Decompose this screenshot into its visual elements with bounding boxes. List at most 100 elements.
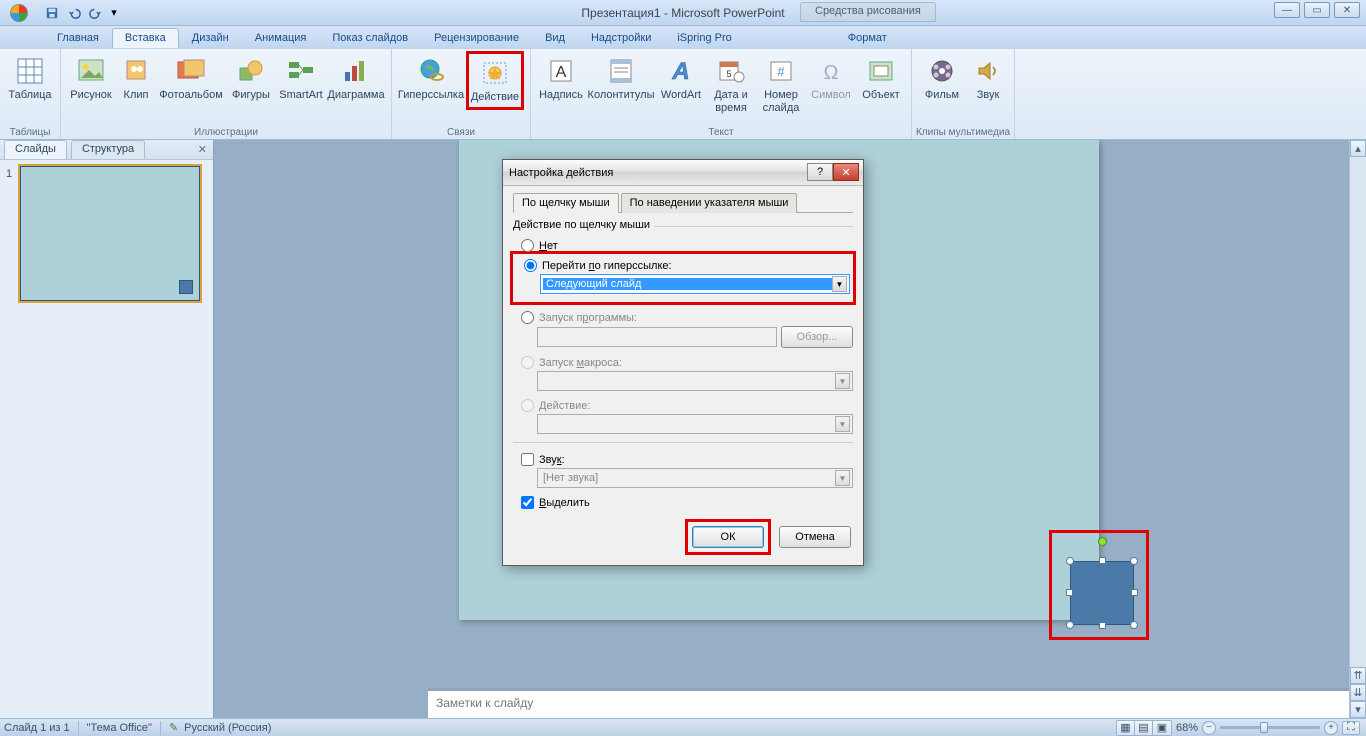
checkbox-sound[interactable] xyxy=(521,453,534,466)
hyperlink-target-combo[interactable]: Следующий слайд ▼ xyxy=(540,274,850,294)
datetime-icon: 5 xyxy=(715,55,747,87)
resize-handle-e[interactable] xyxy=(1131,589,1138,596)
action-icon xyxy=(479,57,511,89)
qat-dropdown-icon[interactable]: ▾ xyxy=(108,4,120,22)
dialog-titlebar[interactable]: Настройка действия ? ✕ xyxy=(503,160,863,186)
clip-label: Клип xyxy=(124,89,149,102)
radio-program[interactable] xyxy=(521,311,534,324)
headerfooter-button[interactable]: Колонтитулы xyxy=(587,51,655,118)
zoom-thumb[interactable] xyxy=(1260,722,1268,733)
thumbnail-preview xyxy=(20,166,200,301)
view-normal-icon[interactable]: ▦ xyxy=(1117,721,1135,735)
save-icon[interactable] xyxy=(42,4,62,22)
dialog-footer: ОК Отмена xyxy=(685,519,851,555)
tab-addins[interactable]: Надстройки xyxy=(578,28,664,48)
cancel-button[interactable]: Отмена xyxy=(779,526,851,548)
resize-handle-w[interactable] xyxy=(1066,589,1073,596)
tab-home[interactable]: Главная xyxy=(44,28,112,48)
radio-none[interactable] xyxy=(521,239,534,252)
zoom-out-button[interactable]: − xyxy=(1202,721,1216,735)
tab-on-click[interactable]: По щелчку мыши xyxy=(513,193,619,213)
status-language[interactable]: Русский (Россия) xyxy=(184,722,271,734)
view-sorter-icon[interactable]: ▤ xyxy=(1135,721,1153,735)
resize-handle-se[interactable] xyxy=(1130,621,1138,629)
tab-slideshow[interactable]: Показ слайдов xyxy=(319,28,421,48)
object-button[interactable]: Объект xyxy=(857,51,905,118)
fit-window-icon[interactable]: ⛶ xyxy=(1342,721,1360,735)
radio-hyperlink[interactable] xyxy=(524,259,537,272)
program-path-input xyxy=(537,327,777,347)
action-button[interactable]: Действие xyxy=(466,51,524,110)
ok-button[interactable]: ОК xyxy=(692,526,764,548)
tab-review[interactable]: Рецензирование xyxy=(421,28,532,48)
shapes-button[interactable]: Фигуры xyxy=(227,51,275,106)
shape-rectangle[interactable] xyxy=(1070,561,1134,625)
clip-button[interactable]: Клип xyxy=(117,51,155,106)
view-show-icon[interactable]: ▣ xyxy=(1153,721,1171,735)
datetime-button[interactable]: 5Дата и время xyxy=(707,51,755,118)
sound-button[interactable]: Звук xyxy=(968,51,1008,106)
resize-handle-sw[interactable] xyxy=(1066,621,1074,629)
fieldset-action: Действие по щелчку мыши xyxy=(513,219,853,231)
tab-design[interactable]: Дизайн xyxy=(179,28,242,48)
office-button[interactable] xyxy=(0,0,38,26)
minimize-button[interactable]: — xyxy=(1274,2,1300,18)
tab-ispring[interactable]: iSpring Pro xyxy=(664,28,744,48)
thumbnails[interactable]: 1 xyxy=(0,160,213,718)
tab-format[interactable]: Формат xyxy=(835,28,900,48)
scroll-down-icon[interactable]: ▾ xyxy=(1350,701,1366,718)
svg-text:Ω: Ω xyxy=(824,62,839,84)
maximize-button[interactable]: ▭ xyxy=(1304,2,1330,18)
zoom-percent[interactable]: 68% xyxy=(1176,722,1198,734)
option-highlight[interactable]: Выделить xyxy=(513,494,853,511)
group-label-text: Текст xyxy=(531,127,911,138)
tab-view[interactable]: Вид xyxy=(532,28,578,48)
panel-close-icon[interactable]: ✕ xyxy=(198,143,207,156)
slidenum-button[interactable]: #Номер слайда xyxy=(757,51,805,118)
zoom-slider[interactable] xyxy=(1220,726,1320,729)
ribbon-group-illustrations: Рисунок Клип Фотоальбом Фигуры SmartArt … xyxy=(61,49,392,139)
notes-pane[interactable]: Заметки к слайду xyxy=(428,688,1349,718)
scroll-up-icon[interactable]: ▴ xyxy=(1350,140,1366,157)
tab-insert[interactable]: Вставка xyxy=(112,28,179,48)
chart-button[interactable]: Диаграмма xyxy=(327,51,385,106)
textbox-button[interactable]: AНадпись xyxy=(537,51,585,118)
contextual-tools-tab[interactable]: Средства рисования xyxy=(800,2,936,22)
resize-handle-s[interactable] xyxy=(1099,622,1106,629)
prev-slide-icon[interactable]: ⇈ xyxy=(1350,667,1366,684)
spellcheck-icon[interactable]: ✎ xyxy=(169,721,178,734)
tab-animation[interactable]: Анимация xyxy=(242,28,320,48)
resize-handle-n[interactable] xyxy=(1099,557,1106,564)
smartart-button[interactable]: SmartArt xyxy=(277,51,325,106)
checkbox-highlight[interactable] xyxy=(521,496,534,509)
tab-outline[interactable]: Структура xyxy=(71,140,145,159)
dialog-close-button[interactable]: ✕ xyxy=(833,163,859,181)
scroll-track[interactable] xyxy=(1350,157,1366,667)
picture-button[interactable]: Рисунок xyxy=(67,51,115,106)
combo-arrow-icon: ▼ xyxy=(835,470,850,486)
slide-thumbnail[interactable]: 1 xyxy=(6,166,207,301)
close-button[interactable]: ✕ xyxy=(1334,2,1360,18)
combo-arrow-icon[interactable]: ▼ xyxy=(832,276,847,292)
tab-on-hover[interactable]: По наведении указателя мыши xyxy=(621,193,798,213)
sound-label: Звук xyxy=(977,89,1000,102)
tab-slides[interactable]: Слайды xyxy=(4,140,67,159)
zoom-in-button[interactable]: + xyxy=(1324,721,1338,735)
rotate-handle[interactable] xyxy=(1098,537,1107,546)
vertical-scrollbar[interactable]: ▴ ⇈ ⇊ ▾ xyxy=(1349,140,1366,718)
undo-icon[interactable] xyxy=(64,4,84,22)
next-slide-icon[interactable]: ⇊ xyxy=(1350,684,1366,701)
resize-handle-nw[interactable] xyxy=(1066,557,1074,565)
wordart-button[interactable]: AWordArt xyxy=(657,51,705,118)
photoalbum-button[interactable]: Фотоальбом xyxy=(157,51,225,106)
table-button[interactable]: Таблица xyxy=(6,51,54,106)
dialog-help-button[interactable]: ? xyxy=(807,163,833,181)
movie-button[interactable]: Фильм xyxy=(918,51,966,106)
resize-handle-ne[interactable] xyxy=(1130,557,1138,565)
option-hyperlink[interactable]: Перейти по гиперссылке: xyxy=(516,257,850,274)
symbol-label: Символ xyxy=(811,89,851,102)
option-program[interactable]: Запуск программы: xyxy=(513,309,853,326)
redo-icon[interactable] xyxy=(86,4,106,22)
hyperlink-button[interactable]: Гиперссылка xyxy=(398,51,464,110)
option-sound[interactable]: Звук: xyxy=(513,451,853,468)
